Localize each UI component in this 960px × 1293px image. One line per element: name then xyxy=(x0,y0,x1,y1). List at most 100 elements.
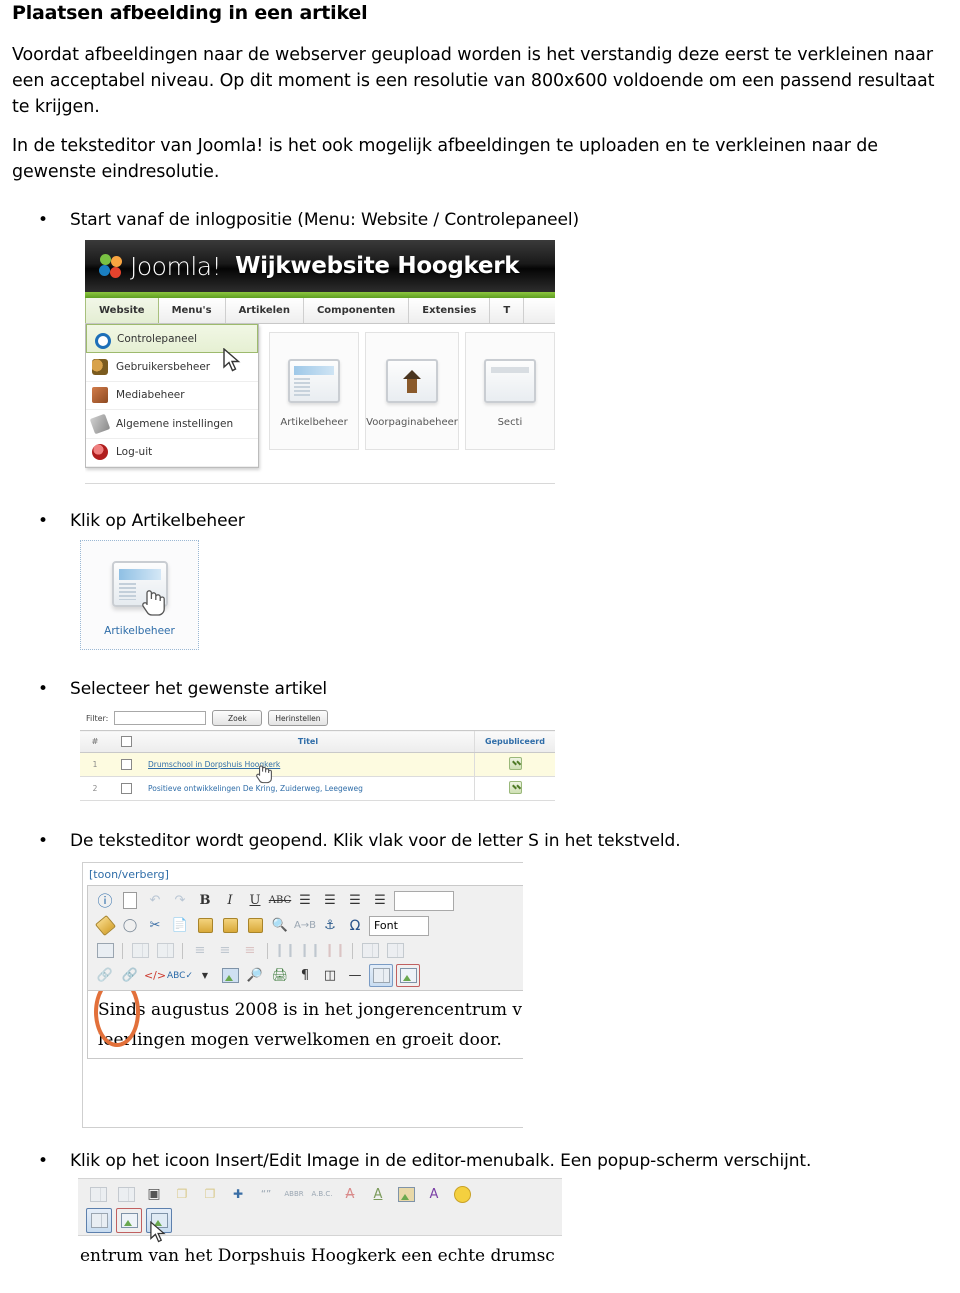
redo-icon[interactable]: ↷ xyxy=(169,890,191,911)
row-title-cell[interactable]: Positieve ontwikkelingen De Kring, Zuide… xyxy=(142,776,475,801)
strikethrough-icon[interactable]: ABC xyxy=(269,890,291,911)
search-button[interactable]: Zoek xyxy=(212,710,263,726)
insert-row-before-icon[interactable]: ≡ xyxy=(189,940,211,961)
panel-tile-artikelbeheer[interactable]: Artikelbeheer xyxy=(269,332,360,450)
menu-item-tools[interactable]: T xyxy=(490,298,525,323)
source-code-icon[interactable]: </> xyxy=(144,965,166,986)
table-cell-props-icon[interactable] xyxy=(384,940,406,961)
insert-col-before-icon[interactable]: ❙❙ xyxy=(274,940,296,961)
insert-pagebreak-icon[interactable] xyxy=(116,1207,142,1233)
preview-icon[interactable]: 🔎 xyxy=(244,965,266,986)
insert-table-icon[interactable] xyxy=(86,1207,112,1233)
ins-icon[interactable]: A xyxy=(366,1183,390,1206)
reset-button[interactable]: Herinstellen xyxy=(268,710,328,726)
new-document-icon[interactable] xyxy=(119,890,141,911)
column-header-gepubliceerd[interactable]: Gepubliceerd xyxy=(474,730,555,753)
published-check-icon[interactable] xyxy=(508,757,522,770)
delete-col-icon[interactable]: ❙❙ xyxy=(324,940,346,961)
insert-row-after-icon[interactable]: ≡ xyxy=(214,940,236,961)
artikelbeheer-tile[interactable]: Artikelbeheer xyxy=(81,541,198,649)
align-center-icon[interactable]: ☰ xyxy=(319,890,341,911)
attributes-icon[interactable] xyxy=(394,1183,418,1206)
align-justify-icon[interactable]: ☰ xyxy=(344,890,366,911)
row-published-cell[interactable] xyxy=(474,752,555,777)
copy-icon[interactable]: 📄 xyxy=(169,915,191,936)
cleanup-icon[interactable] xyxy=(94,914,116,937)
menu-item-extensies[interactable]: Extensies xyxy=(409,298,491,323)
layer-back-icon[interactable]: ❐ xyxy=(170,1183,194,1206)
find-replace-icon[interactable]: A→B xyxy=(294,915,316,936)
row-checkbox-cell[interactable] xyxy=(110,752,142,777)
row-title-cell[interactable]: Drumschool in Dorpshuis Hoogkerk xyxy=(142,752,475,784)
align-left-icon[interactable]: ☰ xyxy=(294,890,316,911)
undo-icon[interactable]: ↶ xyxy=(144,890,166,911)
insert-pagebreak-icon[interactable] xyxy=(396,964,420,987)
split-cells-icon[interactable] xyxy=(154,940,176,961)
find-icon[interactable]: 🔍 xyxy=(269,915,291,936)
print-icon[interactable]: 🖨 xyxy=(269,965,291,986)
paste-word-icon[interactable] xyxy=(219,915,241,936)
anchor-icon[interactable]: ⚓ xyxy=(319,915,341,936)
select-all-checkbox[interactable] xyxy=(120,736,132,747)
add-layer-icon[interactable]: ✚ xyxy=(226,1183,250,1206)
merge-cells-icon[interactable] xyxy=(129,940,151,961)
layer-forward-icon[interactable]: ❐ xyxy=(198,1183,222,1206)
panel-tile-sectiebeheer[interactable]: Secti xyxy=(464,332,555,450)
pagebreak-icon[interactable]: ◫ xyxy=(319,965,341,986)
blockquote-icon[interactable]: “” xyxy=(254,1183,278,1206)
insert-col-after-icon[interactable]: ❙❙ xyxy=(299,940,321,961)
dropdown-item-logout[interactable]: Log-uit xyxy=(86,439,258,467)
paste-icon[interactable] xyxy=(194,915,216,936)
delete-row-icon[interactable]: ≡ xyxy=(239,940,261,961)
style-icon[interactable]: A xyxy=(422,1183,446,1206)
remove-formatting-icon[interactable]: ◯ xyxy=(119,915,141,936)
editor-content-area[interactable]: Sinds augustus 2008 is in het jongerence… xyxy=(87,991,523,1059)
toggle-editor-link[interactable]: [toon/verberg] xyxy=(83,863,523,885)
filter-input[interactable] xyxy=(114,711,207,725)
panel-tile-voorpaginabeheer[interactable]: Voorpaginabeheer xyxy=(365,332,459,450)
row-checkbox[interactable] xyxy=(120,783,132,794)
row-checkbox[interactable] xyxy=(120,759,132,770)
underline-icon[interactable]: U xyxy=(244,890,266,911)
emoticon-icon[interactable] xyxy=(450,1183,474,1206)
abbr-icon[interactable]: ABBR xyxy=(282,1183,306,1206)
readmore-icon[interactable] xyxy=(219,965,241,986)
bold-icon[interactable]: B xyxy=(194,890,216,911)
published-check-icon[interactable] xyxy=(508,781,522,794)
table-row[interactable]: 1 Drumschool in Dorpshuis Hoogkerk xyxy=(80,752,555,784)
column-header-num[interactable]: # xyxy=(80,730,110,753)
del-icon[interactable]: A xyxy=(338,1183,362,1206)
table-icon[interactable] xyxy=(86,1183,110,1206)
font-select[interactable]: Font xyxy=(369,915,429,936)
link-icon[interactable]: 🔗 xyxy=(119,965,141,986)
menu-item-menus[interactable]: Menu's xyxy=(159,298,226,323)
dropdown-item-algemene-instellingen[interactable]: Algemene instellingen xyxy=(86,410,258,439)
paste-text-icon[interactable] xyxy=(244,915,266,936)
row-checkbox-cell[interactable] xyxy=(110,776,142,801)
spellcheck-dropdown-icon[interactable]: ▼ xyxy=(194,965,216,986)
table-row-props-icon[interactable] xyxy=(359,940,381,961)
special-char-icon[interactable]: Ω xyxy=(344,915,366,936)
table-split-icon[interactable] xyxy=(114,1183,138,1206)
insert-table-icon[interactable] xyxy=(369,964,393,987)
menu-item-website[interactable]: Website xyxy=(85,298,159,323)
menu-item-artikelen[interactable]: Artikelen xyxy=(226,298,304,323)
acronym-icon[interactable]: A.B.C. xyxy=(310,1183,334,1206)
column-header-checkbox[interactable] xyxy=(110,730,142,753)
column-header-titel[interactable]: Titel xyxy=(142,730,475,753)
align-right-icon[interactable]: ☰ xyxy=(369,890,391,911)
select-region-icon[interactable]: ▣ xyxy=(142,1183,166,1206)
edit-table-icon[interactable] xyxy=(94,940,116,961)
row-published-cell[interactable] xyxy=(474,776,555,801)
style-select[interactable] xyxy=(394,890,454,911)
unlink-icon[interactable]: 🔗 xyxy=(94,965,116,986)
dropdown-item-mediabeheer[interactable]: Mediabeheer xyxy=(86,382,258,410)
italic-icon[interactable]: I xyxy=(219,890,241,911)
horizontal-rule-icon[interactable]: — xyxy=(344,965,366,986)
cut-icon[interactable]: ✂ xyxy=(144,915,166,936)
menu-item-componenten[interactable]: Componenten xyxy=(304,298,410,323)
help-icon[interactable]: ⓘ xyxy=(94,890,116,911)
table-row[interactable]: 2 Positieve ontwikkelingen De Kring, Zui… xyxy=(80,776,555,801)
spellcheck-icon[interactable]: ABC✓ xyxy=(167,965,193,986)
paragraph-icon[interactable]: ¶ xyxy=(294,965,316,986)
